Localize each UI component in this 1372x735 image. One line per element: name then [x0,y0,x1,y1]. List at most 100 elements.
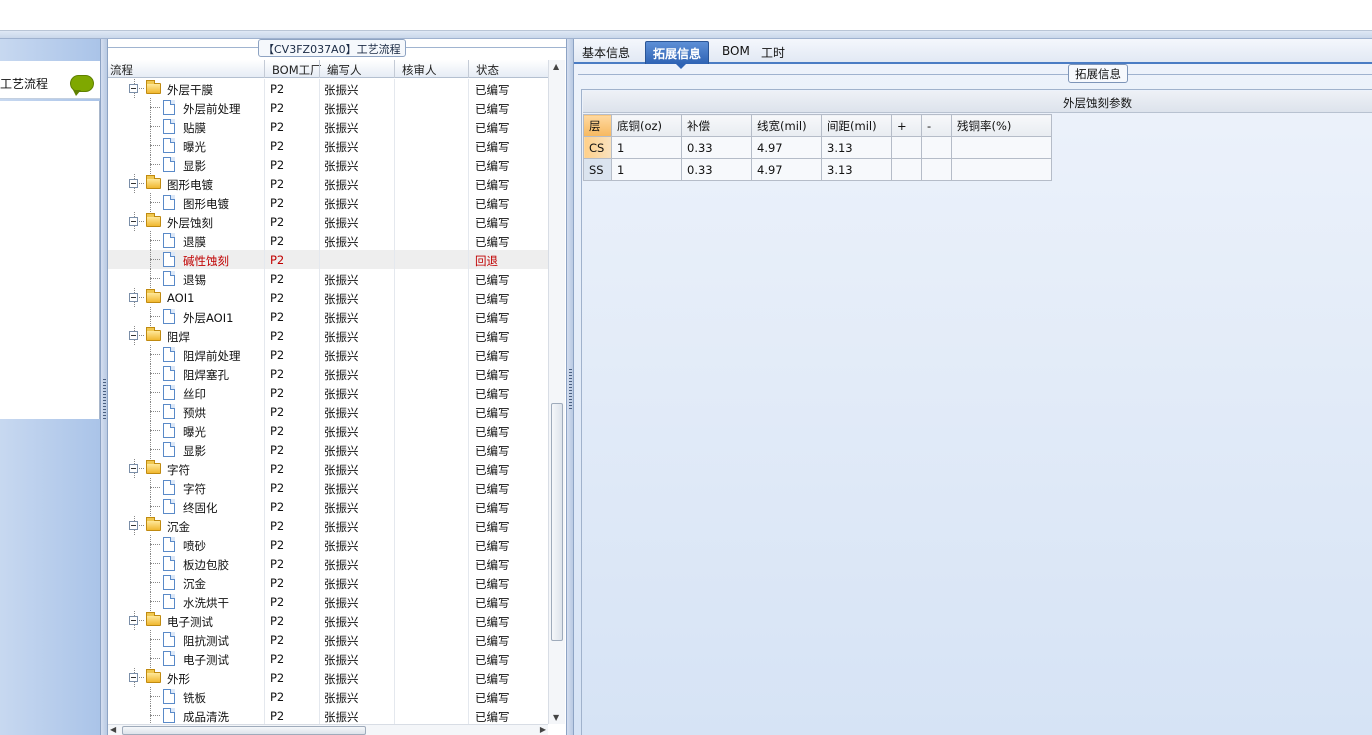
tree-group-row[interactable]: 沉金 P2 张振兴 已编写 [108,516,548,535]
tree-cell-process[interactable]: 外形 [167,671,190,687]
tree-cell-author[interactable]: 张振兴 [324,405,359,421]
grid-cell-minus[interactable] [921,158,952,181]
tree-cell-bom-plant[interactable]: P2 [270,120,284,134]
tree-cell-bom-plant[interactable]: P2 [270,595,284,609]
grid-cell-base-copper[interactable]: 1 [611,136,682,159]
tree-cell-process[interactable]: 终固化 [183,500,218,516]
nav-item-process[interactable]: 工艺流程 [0,61,100,99]
scroll-thumb[interactable] [551,403,563,641]
tree-cell-author[interactable]: 张振兴 [324,424,359,440]
scroll-right-icon[interactable]: ▶ [540,725,546,734]
tree-cell-status[interactable]: 已编写 [475,709,510,724]
tab-extended-info[interactable]: 拓展信息 [645,41,710,69]
grid-cell-plus[interactable] [891,158,922,181]
tree-cell-bom-plant[interactable]: P2 [270,519,284,533]
tree-cell-process[interactable]: 成品清洗 [183,709,229,724]
tree-cell-status[interactable]: 已编写 [475,329,510,345]
tree-cell-process[interactable]: 阻焊前处理 [183,348,241,364]
tree-cell-process[interactable]: 外层蚀刻 [167,215,213,231]
tree-cell-status[interactable]: 已编写 [475,272,510,288]
tree-cell-author[interactable]: 张振兴 [324,481,359,497]
tree-cell-process[interactable]: 电子测试 [167,614,213,630]
collapse-icon[interactable] [129,521,138,530]
tree-cell-status[interactable]: 已编写 [475,538,510,554]
tree-group-row[interactable]: 外形 P2 张振兴 已编写 [108,668,548,687]
tree-cell-process[interactable]: 外层干膜 [167,82,213,98]
tree-cell-bom-plant[interactable]: P2 [270,310,284,324]
tree-group-row[interactable]: 外层蚀刻 P2 张振兴 已编写 [108,212,548,231]
tree-cell-process[interactable]: 沉金 [167,519,190,535]
grid-cell-spacing[interactable]: 3.13 [821,136,892,159]
tree-group-row[interactable]: 字符 P2 张振兴 已编写 [108,459,548,478]
tree-cell-process[interactable]: 字符 [183,481,206,497]
tree-cell-process[interactable]: 退锡 [183,272,206,288]
collapse-icon[interactable] [129,293,138,302]
tree-step-row[interactable]: 外层前处理 P2 张振兴 已编写 [108,98,548,117]
tree-group-row[interactable]: 外层干膜 P2 张振兴 已编写 [108,79,548,98]
tree-cell-process[interactable]: AOI1 [167,291,194,305]
tree-cell-author[interactable]: 张振兴 [324,329,359,345]
tree-cell-author[interactable]: 张振兴 [324,557,359,573]
tree-cell-bom-plant[interactable]: P2 [270,538,284,552]
tree-cell-status[interactable]: 已编写 [475,557,510,573]
column-header-process[interactable]: 流程 [110,62,133,78]
tree-step-row[interactable]: 曝光 P2 张振兴 已编写 [108,136,548,155]
tree-cell-author[interactable]: 张振兴 [324,367,359,383]
tree-cell-author[interactable]: 张振兴 [324,234,359,250]
collapse-icon[interactable] [129,331,138,340]
tree-cell-bom-plant[interactable]: P2 [270,500,284,514]
grid-cell-layer[interactable]: SS [583,158,612,181]
column-header-bom-plant[interactable]: BOM工厂 [272,62,322,78]
tree-cell-author[interactable]: 张振兴 [324,690,359,706]
tree-cell-status[interactable]: 已编写 [475,690,510,706]
top-splitter-strip[interactable] [0,31,1372,39]
tree-cell-status[interactable]: 已编写 [475,348,510,364]
tree-step-row[interactable]: 板边包胶 P2 张振兴 已编写 [108,554,548,573]
tree-cell-process[interactable]: 显影 [183,443,206,459]
tree-cell-bom-plant[interactable]: P2 [270,215,284,229]
tab-bom[interactable]: BOM [715,41,757,64]
tree-cell-bom-plant[interactable]: P2 [270,462,284,476]
tree-cell-bom-plant[interactable]: P2 [270,424,284,438]
tree-cell-bom-plant[interactable]: P2 [270,101,284,115]
tree-cell-status[interactable]: 已编写 [475,424,510,440]
tree-cell-author[interactable]: 张振兴 [324,215,359,231]
tree-cell-process[interactable]: 贴膜 [183,120,206,136]
grid-header-line-width[interactable]: 线宽(mil) [751,114,822,137]
tree-step-row[interactable]: 预烘 P2 张振兴 已编写 [108,402,548,421]
tree-cell-process[interactable]: 显影 [183,158,206,174]
tree-cell-author[interactable]: 张振兴 [324,386,359,402]
tree-step-row[interactable]: 终固化 P2 张振兴 已编写 [108,497,548,516]
tree-cell-status[interactable]: 已编写 [475,652,510,668]
grid-row[interactable]: CS 1 0.33 4.97 3.13 [583,136,1052,159]
tree-cell-status[interactable]: 已编写 [475,576,510,592]
tree-cell-status[interactable]: 已编写 [475,386,510,402]
tree-cell-author[interactable]: 张振兴 [324,538,359,554]
tree-cell-status[interactable]: 已编写 [475,500,510,516]
tree-cell-process[interactable]: 图形电镀 [167,177,213,193]
tree-step-row[interactable]: 曝光 P2 张振兴 已编写 [108,421,548,440]
tree-step-row[interactable]: 图形电镀 P2 张振兴 已编写 [108,193,548,212]
tree-cell-status[interactable]: 已编写 [475,234,510,250]
tree-cell-process[interactable]: 预烘 [183,405,206,421]
tree-vertical-scrollbar[interactable]: ▲ ▼ [548,60,565,724]
scroll-down-icon[interactable]: ▼ [553,713,559,722]
grid-cell-base-copper[interactable]: 1 [611,158,682,181]
tree-cell-author[interactable]: 张振兴 [324,348,359,364]
tree-horizontal-scrollbar[interactable]: ◀ ▶ [108,724,548,735]
grid-header-plus[interactable]: + [891,114,922,137]
collapse-icon[interactable] [129,84,138,93]
tree-cell-author[interactable]: 张振兴 [324,709,359,724]
grid-cell-minus[interactable] [921,136,952,159]
column-header-author[interactable]: 编写人 [327,62,362,78]
tree-cell-process[interactable]: 退膜 [183,234,206,250]
tree-cell-bom-plant[interactable]: P2 [270,348,284,362]
tree-cell-author[interactable]: 张振兴 [324,614,359,630]
tree-cell-bom-plant[interactable]: P2 [270,709,284,723]
tree-cell-process[interactable]: 曝光 [183,139,206,155]
tree-cell-bom-plant[interactable]: P2 [270,386,284,400]
grid-header-spacing[interactable]: 间距(mil) [821,114,892,137]
tree-cell-author[interactable]: 张振兴 [324,291,359,307]
tree-cell-process[interactable]: 外层AOI1 [183,310,233,326]
grid-cell-spacing[interactable]: 3.13 [821,158,892,181]
